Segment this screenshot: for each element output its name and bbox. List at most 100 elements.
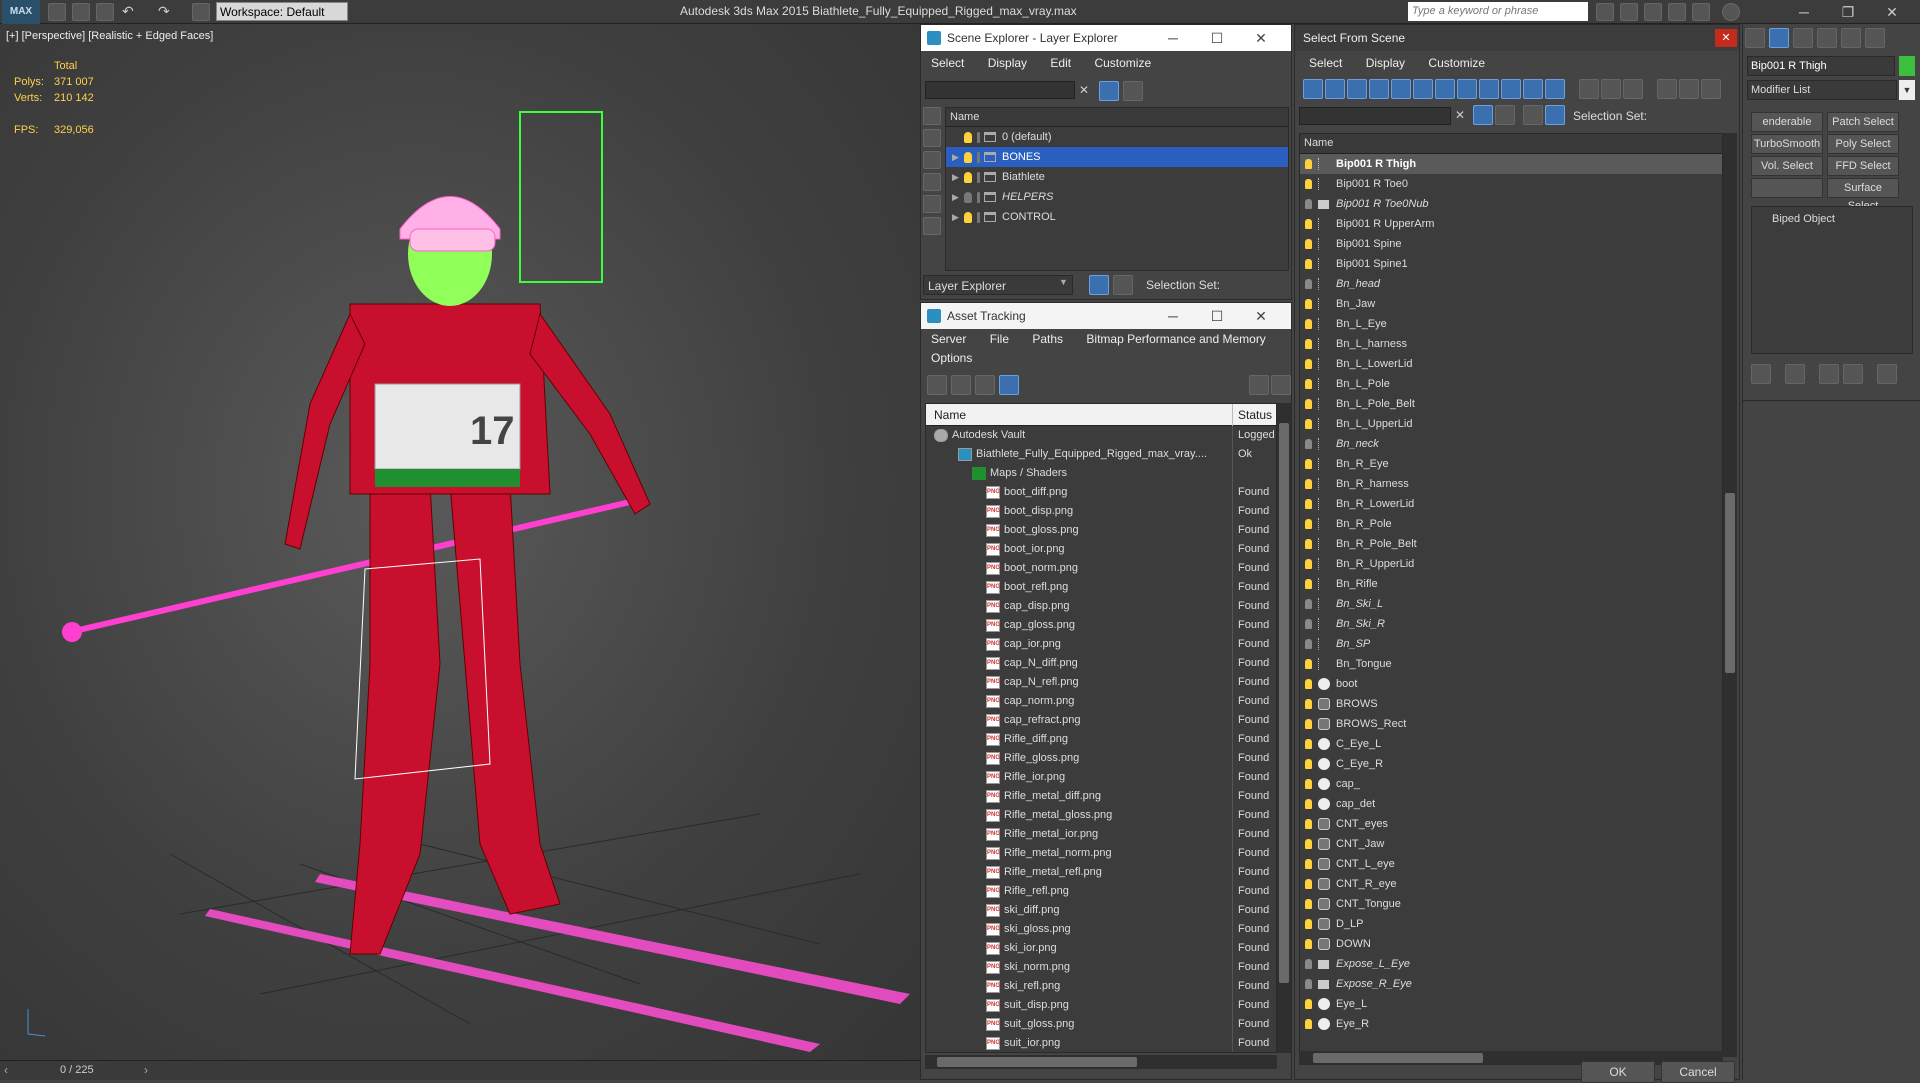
scene-object-row[interactable]: DOWN xyxy=(1300,934,1722,954)
project-folder-icon[interactable] xyxy=(192,3,210,21)
asset-row[interactable]: PNG Rifle_gloss.png Found xyxy=(926,749,1276,768)
scene-object-row[interactable]: Bn_Jaw xyxy=(1300,294,1722,314)
scene-object-row[interactable]: CNT_R_eye xyxy=(1300,874,1722,894)
col-name-header[interactable]: Name xyxy=(934,404,966,426)
visibility-bulb-icon[interactable] xyxy=(1305,379,1312,389)
scene-object-row[interactable]: Bip001 R Toe0Nub xyxy=(1300,194,1722,214)
scene-object-row[interactable]: Bip001 Spine1 xyxy=(1300,254,1722,274)
visibility-bulb-icon[interactable] xyxy=(1305,259,1312,269)
asset-row[interactable]: PNG ski_ior.png Found xyxy=(926,939,1276,958)
open-file-icon[interactable] xyxy=(72,3,90,21)
minimize-icon[interactable]: ─ xyxy=(1151,25,1195,51)
asset-row[interactable]: PNG Rifle_metal_diff.png Found xyxy=(926,787,1276,806)
visibility-bulb-icon[interactable] xyxy=(1305,679,1312,689)
display-helpers-icon[interactable] xyxy=(1391,79,1411,99)
visibility-bulb-icon[interactable] xyxy=(1305,179,1312,189)
asset-row[interactable]: PNG Rifle_metal_ior.png Found xyxy=(926,825,1276,844)
freeze-icon[interactable] xyxy=(977,191,980,203)
visibility-bulb-icon[interactable] xyxy=(1305,959,1312,969)
scene-object-row[interactable]: Bn_L_Pole xyxy=(1300,374,1722,394)
visibility-bulb-icon[interactable] xyxy=(964,191,972,203)
table-view-icon[interactable] xyxy=(999,375,1019,395)
scene-object-row[interactable]: Eye_L xyxy=(1300,994,1722,1014)
scene-object-row[interactable]: Bn_L_Pole_Belt xyxy=(1300,394,1722,414)
chevron-down-icon[interactable]: ▼ xyxy=(1899,80,1915,100)
sfs-vertical-scrollbar[interactable] xyxy=(1723,133,1737,1057)
display-spacewarps-icon[interactable] xyxy=(1413,79,1433,99)
scene-search-field[interactable] xyxy=(925,81,1075,99)
visibility-bulb-icon[interactable] xyxy=(964,131,972,143)
remove-modifier-icon[interactable] xyxy=(1843,364,1863,384)
asset-row[interactable]: Maps / Shaders xyxy=(926,464,1276,483)
restore-icon[interactable]: ❐ xyxy=(1826,0,1870,24)
scene-object-row[interactable]: CNT_L_eye xyxy=(1300,854,1722,874)
scene-object-row[interactable]: Bip001 R Toe0 xyxy=(1300,174,1722,194)
visibility-bulb-icon[interactable] xyxy=(1305,639,1312,649)
ffd-select-button[interactable]: FFD Select xyxy=(1827,156,1899,176)
find-icon[interactable] xyxy=(1679,79,1699,99)
display-geometry-icon[interactable] xyxy=(923,107,941,125)
asset-row[interactable]: Biathlete_Fully_Equipped_Rigged_max_vray… xyxy=(926,445,1276,464)
asset-row[interactable]: PNG cap_refract.png Found xyxy=(926,711,1276,730)
visibility-bulb-icon[interactable] xyxy=(1305,279,1312,289)
scene-object-row[interactable]: CNT_eyes xyxy=(1300,814,1722,834)
chevron-down-icon[interactable]: ▼ xyxy=(1059,277,1068,287)
visibility-bulb-icon[interactable] xyxy=(1305,879,1312,889)
star-icon[interactable] xyxy=(1644,3,1662,21)
close-icon[interactable]: ✕ xyxy=(1870,0,1914,24)
scene-object-row[interactable]: Bn_R_Pole xyxy=(1300,514,1722,534)
filter-icon[interactable] xyxy=(1099,81,1119,101)
minimize-icon[interactable]: ─ xyxy=(1782,0,1826,24)
asset-row[interactable]: PNG suit_gloss.png Found xyxy=(926,1015,1276,1034)
motion-tab-icon[interactable] xyxy=(1817,28,1837,48)
app-logo[interactable]: MAX xyxy=(2,0,40,24)
asset-row[interactable]: PNG cap_norm.png Found xyxy=(926,692,1276,711)
help-icon[interactable] xyxy=(1249,375,1269,395)
create-tab-icon[interactable] xyxy=(1745,28,1765,48)
asset-row[interactable]: PNG ski_refl.png Found xyxy=(926,977,1276,996)
close-icon[interactable]: ✕ xyxy=(1239,25,1283,51)
scene-object-row[interactable]: Expose_R_Eye xyxy=(1300,974,1722,994)
scene-object-row[interactable]: Bn_R_harness xyxy=(1300,474,1722,494)
display-all-icon[interactable] xyxy=(1579,79,1599,99)
clear-search-icon[interactable]: ✕ xyxy=(1455,108,1465,122)
asset-row[interactable]: PNG ski_diff.png Found xyxy=(926,901,1276,920)
scene-object-row[interactable]: Bn_R_Eye xyxy=(1300,454,1722,474)
hscroll-thumb[interactable] xyxy=(1313,1053,1483,1063)
visibility-bulb-icon[interactable] xyxy=(1305,499,1312,509)
asset-row[interactable]: PNG Rifle_ior.png Found xyxy=(926,768,1276,787)
hscroll-thumb[interactable] xyxy=(937,1057,1137,1067)
scene-object-row[interactable]: boot xyxy=(1300,674,1722,694)
visibility-bulb-icon[interactable] xyxy=(1305,919,1312,929)
asset-row[interactable]: PNG ski_gloss.png Found xyxy=(926,920,1276,939)
display-invert-icon[interactable] xyxy=(1623,79,1643,99)
scrollbar-thumb[interactable] xyxy=(1279,423,1289,983)
help-icon[interactable] xyxy=(1722,3,1740,21)
scene-object-row[interactable]: Bn_neck xyxy=(1300,434,1722,454)
visibility-bulb-icon[interactable] xyxy=(1305,479,1312,489)
display-frozen-icon[interactable] xyxy=(1523,79,1543,99)
undo-icon[interactable]: ↶ xyxy=(122,3,140,21)
refresh-icon[interactable] xyxy=(927,375,947,395)
visibility-bulb-icon[interactable] xyxy=(1305,399,1312,409)
asset-row[interactable]: PNG boot_gloss.png Found xyxy=(926,521,1276,540)
scene-object-row[interactable]: C_Eye_R xyxy=(1300,754,1722,774)
hierarchy-tab-icon[interactable] xyxy=(1793,28,1813,48)
layer-row[interactable]: 0 (default) xyxy=(946,127,1288,147)
maximize-icon[interactable]: ☐ xyxy=(1195,25,1239,51)
layer-tools-icon[interactable] xyxy=(1123,81,1143,101)
asset-horizontal-scrollbar[interactable] xyxy=(925,1055,1277,1069)
menu-file[interactable]: File xyxy=(990,332,1009,346)
display-lights-icon[interactable] xyxy=(923,151,941,169)
scene-object-row[interactable]: Bn_R_UpperLid xyxy=(1300,554,1722,574)
maximize-icon[interactable]: ☐ xyxy=(1195,303,1239,329)
freeze-icon[interactable] xyxy=(977,131,980,143)
layer-row[interactable]: ▶ CONTROL xyxy=(946,207,1288,227)
visibility-bulb-icon[interactable] xyxy=(964,171,972,183)
turbosmooth-button[interactable]: TurboSmooth xyxy=(1751,134,1823,154)
visibility-bulb-icon[interactable] xyxy=(1305,939,1312,949)
scene-object-row[interactable]: cap_ xyxy=(1300,774,1722,794)
hierarchy-icon[interactable] xyxy=(1523,105,1543,125)
menu-options[interactable]: Options xyxy=(931,351,972,365)
visibility-bulb-icon[interactable] xyxy=(964,211,972,223)
